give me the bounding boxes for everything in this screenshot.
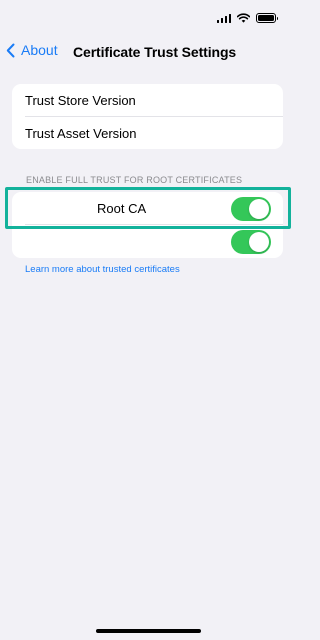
navigation-bar: About Certificate Trust Settings xyxy=(0,40,296,66)
battery-icon xyxy=(256,13,278,23)
certificate-trust-toggle[interactable] xyxy=(231,229,271,254)
root-certificate-label: Root CA xyxy=(97,201,147,216)
toggle-knob xyxy=(249,231,269,252)
back-button-label: About xyxy=(21,42,58,58)
home-indicator[interactable] xyxy=(96,629,201,633)
root-certificate-row-root-ca: Root CA xyxy=(12,192,283,225)
wifi-icon xyxy=(237,13,250,23)
status-icons xyxy=(216,13,278,23)
trust-store-version-row[interactable]: Trust Store Version xyxy=(12,84,283,117)
toggle-knob xyxy=(249,198,269,219)
trust-store-info-group: Trust Store Version Trust Asset Version xyxy=(12,84,283,149)
page-title: Certificate Trust Settings xyxy=(73,44,237,60)
chevron-left-icon xyxy=(6,43,15,57)
back-button[interactable]: About xyxy=(6,42,58,58)
root-ca-trust-toggle[interactable] xyxy=(231,196,271,221)
root-certificates-group: Root CA xyxy=(12,192,283,258)
section-header-full-trust: ENABLE FULL TRUST FOR ROOT CERTIFICATES xyxy=(26,175,243,185)
trust-asset-version-label: Trust Asset Version xyxy=(25,126,137,141)
trust-asset-version-row[interactable]: Trust Asset Version xyxy=(12,117,283,149)
cellular-signal-icon xyxy=(216,13,231,23)
trust-store-version-label: Trust Store Version xyxy=(25,93,136,108)
status-bar xyxy=(0,0,296,40)
root-certificate-row xyxy=(12,225,283,258)
learn-more-link[interactable]: Learn more about trusted certificates xyxy=(25,264,180,275)
